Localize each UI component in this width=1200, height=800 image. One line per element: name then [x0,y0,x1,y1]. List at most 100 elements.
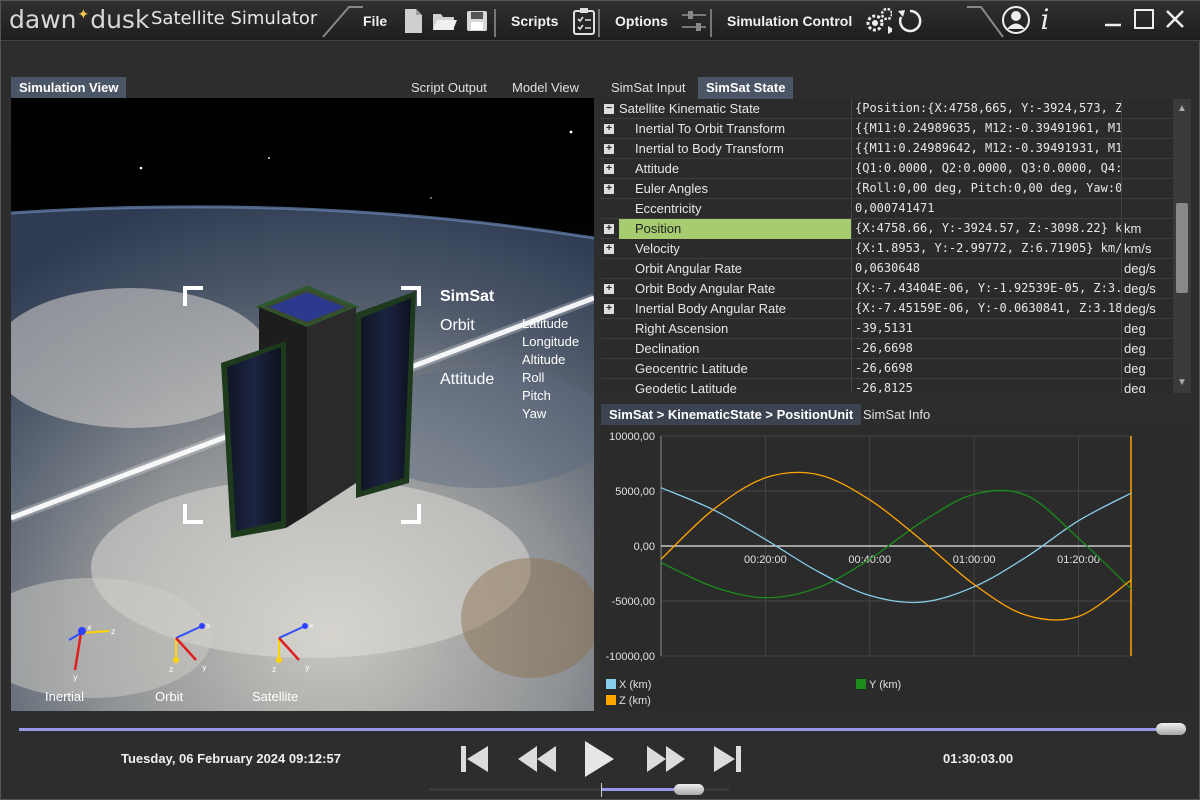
state-row[interactable]: Geodetic Latitude -26,8125 deg [601,379,1173,393]
minimize-icon[interactable] [1101,7,1125,31]
collapse-icon[interactable]: − [604,104,614,114]
state-row[interactable]: Eccentricity 0,000741471 [601,199,1173,219]
state-row[interactable]: + Euler Angles {Roll:0,00 deg, Pitch:0,00 … [601,179,1173,199]
state-row-unit: deg [1121,339,1173,359]
app-window: dawn✦dusk Satellite Simulator File Scrip… [0,0,1200,800]
file-menu[interactable]: File [363,13,387,29]
expand-icon[interactable]: + [604,304,614,314]
state-row-value[interactable]: {X:-7.43404E-06, Y:-1.92539E-05, Z:3. [851,279,1121,299]
simulation-control-menu[interactable]: Simulation Control [727,13,852,29]
open-folder-icon[interactable] [431,6,459,36]
info-icon[interactable]: i [1035,3,1055,36]
options-menu[interactable]: Options [615,13,668,29]
expand-icon[interactable]: + [604,164,614,174]
state-row-value[interactable]: {Position:{X:4758,665, Y:-3924,573, Z [851,99,1121,119]
state-row[interactable]: + Attitude {Q1:0.0000, Q2:0.0000, Q3:0.000… [601,159,1173,179]
selection-brackets [183,286,421,524]
state-row-value[interactable]: -26,8125 [851,379,1121,393]
speed-slider-thumb[interactable] [674,784,704,795]
gears-icon[interactable] [864,6,893,36]
timeline-slider-track[interactable] [19,728,1184,731]
fast-forward-button[interactable] [644,739,688,779]
expand-icon[interactable]: + [604,124,614,134]
expand-icon[interactable]: + [604,184,614,194]
elapsed-time: 01:30:03.00 [943,751,1014,766]
state-row-name: Euler Angles [635,181,708,196]
play-button[interactable] [581,739,617,779]
overlay-longitude: Longitude [522,334,580,349]
tab-simsat-info[interactable]: SimSat Info [855,404,938,425]
state-row-value[interactable]: {{M11:0.24989642, M12:-0.39491931, M1 [851,139,1121,159]
save-icon[interactable] [463,6,491,36]
legend-y: Y (km) [856,679,901,691]
state-row-value[interactable]: 0,000741471 [851,199,1121,219]
reset-icon[interactable] [896,6,924,36]
clipboard-checklist-icon[interactable] [570,6,598,36]
state-row[interactable]: Declination -26,6698 deg [601,339,1173,359]
state-row-value[interactable]: {X:-7.45159E-06, Y:-0.0630841, Z:3.18 [851,299,1121,319]
state-row[interactable]: + Velocity {X:1.8953, Y:-2.99772, Z:6.7190… [601,239,1173,259]
state-row[interactable]: Orbit Angular Rate 0,0630648 deg/s [601,259,1173,279]
expand-icon[interactable]: + [604,224,614,234]
state-row-value[interactable]: -26,6698 [851,359,1121,379]
current-datetime: Tuesday, 06 February 2024 09:12:57 [121,751,341,766]
chart-y-tick-label: -5000,00 [612,596,655,608]
chart-x-tick-label: 00:20:00 [744,554,787,566]
new-file-icon[interactable] [399,6,427,36]
state-row-unit: deg [1121,319,1173,339]
state-row-value[interactable]: -26,6698 [851,339,1121,359]
tab-simsat-state[interactable]: SimSat State [698,77,794,99]
state-row[interactable]: − Satellite Kinematic State {Position:{X:4… [601,99,1173,119]
rewind-button[interactable] [515,739,559,779]
expand-icon[interactable]: + [604,144,614,154]
state-row-name: Inertial to Body Transform [635,141,784,156]
expand-icon[interactable]: + [604,244,614,254]
overlay-altitude: Altitude [522,352,566,367]
tab-script-output[interactable]: Script Output [403,77,495,99]
rewind-icon [518,746,556,772]
state-row-unit [1121,99,1173,119]
legend-z: Z (km) [606,695,651,707]
state-row-value[interactable]: {X:4758.66, Y:-3924.57, Z:-3098.22} k [851,219,1121,239]
scroll-down-arrow-icon[interactable]: ▼ [1176,377,1188,389]
state-row[interactable]: + Inertial Body Angular Rate {X:-7.45159E-… [601,299,1173,319]
toolbar-separator [598,9,600,37]
simulation-3d-view[interactable]: SimSat Orbit Attitude Latitude Longitude… [11,98,594,711]
frame-label-orbit: Orbit [155,689,184,704]
state-row[interactable]: + Position {X:4758.66, Y:-3924.57, Z:-3098… [601,219,1173,239]
close-icon[interactable] [1163,7,1187,31]
tab-simsat-input[interactable]: SimSat Input [603,77,693,99]
state-row[interactable]: Right Ascension -39,5131 deg [601,319,1173,339]
sliders-icon[interactable] [680,6,708,36]
state-row-name: Inertial Body Angular Rate [635,301,787,316]
scroll-up-arrow-icon[interactable]: ▲ [1176,103,1188,115]
state-row[interactable]: + Orbit Body Angular Rate {X:-7.43404E-06,… [601,279,1173,299]
state-row-value[interactable]: {X:1.8953, Y:-2.99772, Z:6.71905} km/ [851,239,1121,259]
state-row-unit [1121,159,1173,179]
state-row[interactable]: + Inertial to Body Transform {{M11:0.24989… [601,139,1173,159]
scripts-menu[interactable]: Scripts [511,13,558,29]
timeline-slider-thumb[interactable] [1156,723,1186,735]
state-row-name: Orbit Body Angular Rate [635,281,776,296]
state-row[interactable]: + Inertial To Orbit Transform {{M11:0.2498… [601,119,1173,139]
state-row[interactable]: Geocentric Latitude -26,6698 deg [601,359,1173,379]
legend-swatch-x [606,679,616,689]
state-row-value[interactable]: -39,5131 [851,319,1121,339]
overlay-latitude: Latitude [522,316,569,331]
tab-position-chart[interactable]: SimSat > KinematicState > PositionUnit [601,404,862,425]
state-row-value[interactable]: {Q1:0.0000, Q2:0.0000, Q3:0.0000, Q4: [851,159,1121,179]
frame-label-satellite: Satellite [252,689,299,704]
maximize-icon[interactable] [1132,7,1156,31]
state-row-value[interactable]: {Roll:0,00 deg, Pitch:0,00 deg, Yaw:0 [851,179,1121,199]
expand-icon[interactable]: + [604,284,614,294]
state-row-value[interactable]: {{M11:0.24989635, M12:-0.39491961, M1 [851,119,1121,139]
tab-simulation-view[interactable]: Simulation View [11,77,127,99]
skip-to-end-button[interactable] [710,739,746,779]
skip-to-start-button[interactable] [456,739,492,779]
state-row-unit: km/s [1121,239,1173,259]
scroll-thumb[interactable] [1176,203,1188,293]
tab-model-view[interactable]: Model View [504,77,587,99]
state-row-value[interactable]: 0,0630648 [851,259,1121,279]
user-icon[interactable] [1001,5,1031,35]
property-grid-scrollbar[interactable]: ▲ ▼ [1173,99,1191,393]
